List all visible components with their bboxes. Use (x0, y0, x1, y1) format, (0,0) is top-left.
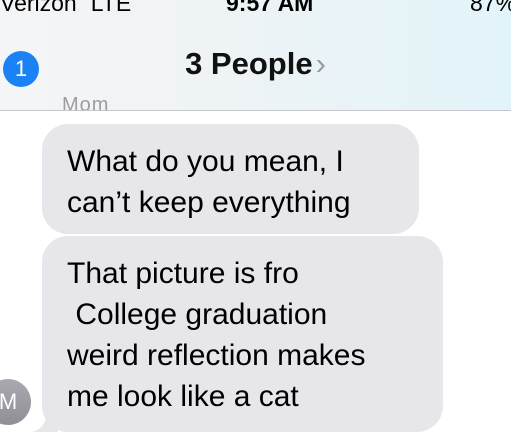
chevron-right-icon: › (315, 46, 326, 81)
conversation-title-label: 3 People (185, 46, 313, 81)
status-carrier: Verizon LTE (0, 0, 131, 17)
sender-name: Mom (62, 94, 110, 111)
carrier-name: Verizon (0, 0, 77, 16)
conversation-title[interactable]: 3 People› (0, 46, 511, 82)
network-type: LTE (90, 0, 132, 16)
avatar[interactable]: M (0, 379, 31, 425)
message-bubble[interactable]: That picture is fro College graduation w… (42, 236, 443, 432)
status-time: 9:57 AM (226, 0, 314, 16)
battery-percentage: 87% (470, 0, 511, 16)
bubble-tail-icon (32, 402, 58, 432)
nav-header: VerizonLTE 9:57 AM 87% 1 3 People› Mom (0, 0, 511, 111)
message-bubble[interactable]: What do you mean, I can’t keep everythin… (42, 124, 419, 234)
